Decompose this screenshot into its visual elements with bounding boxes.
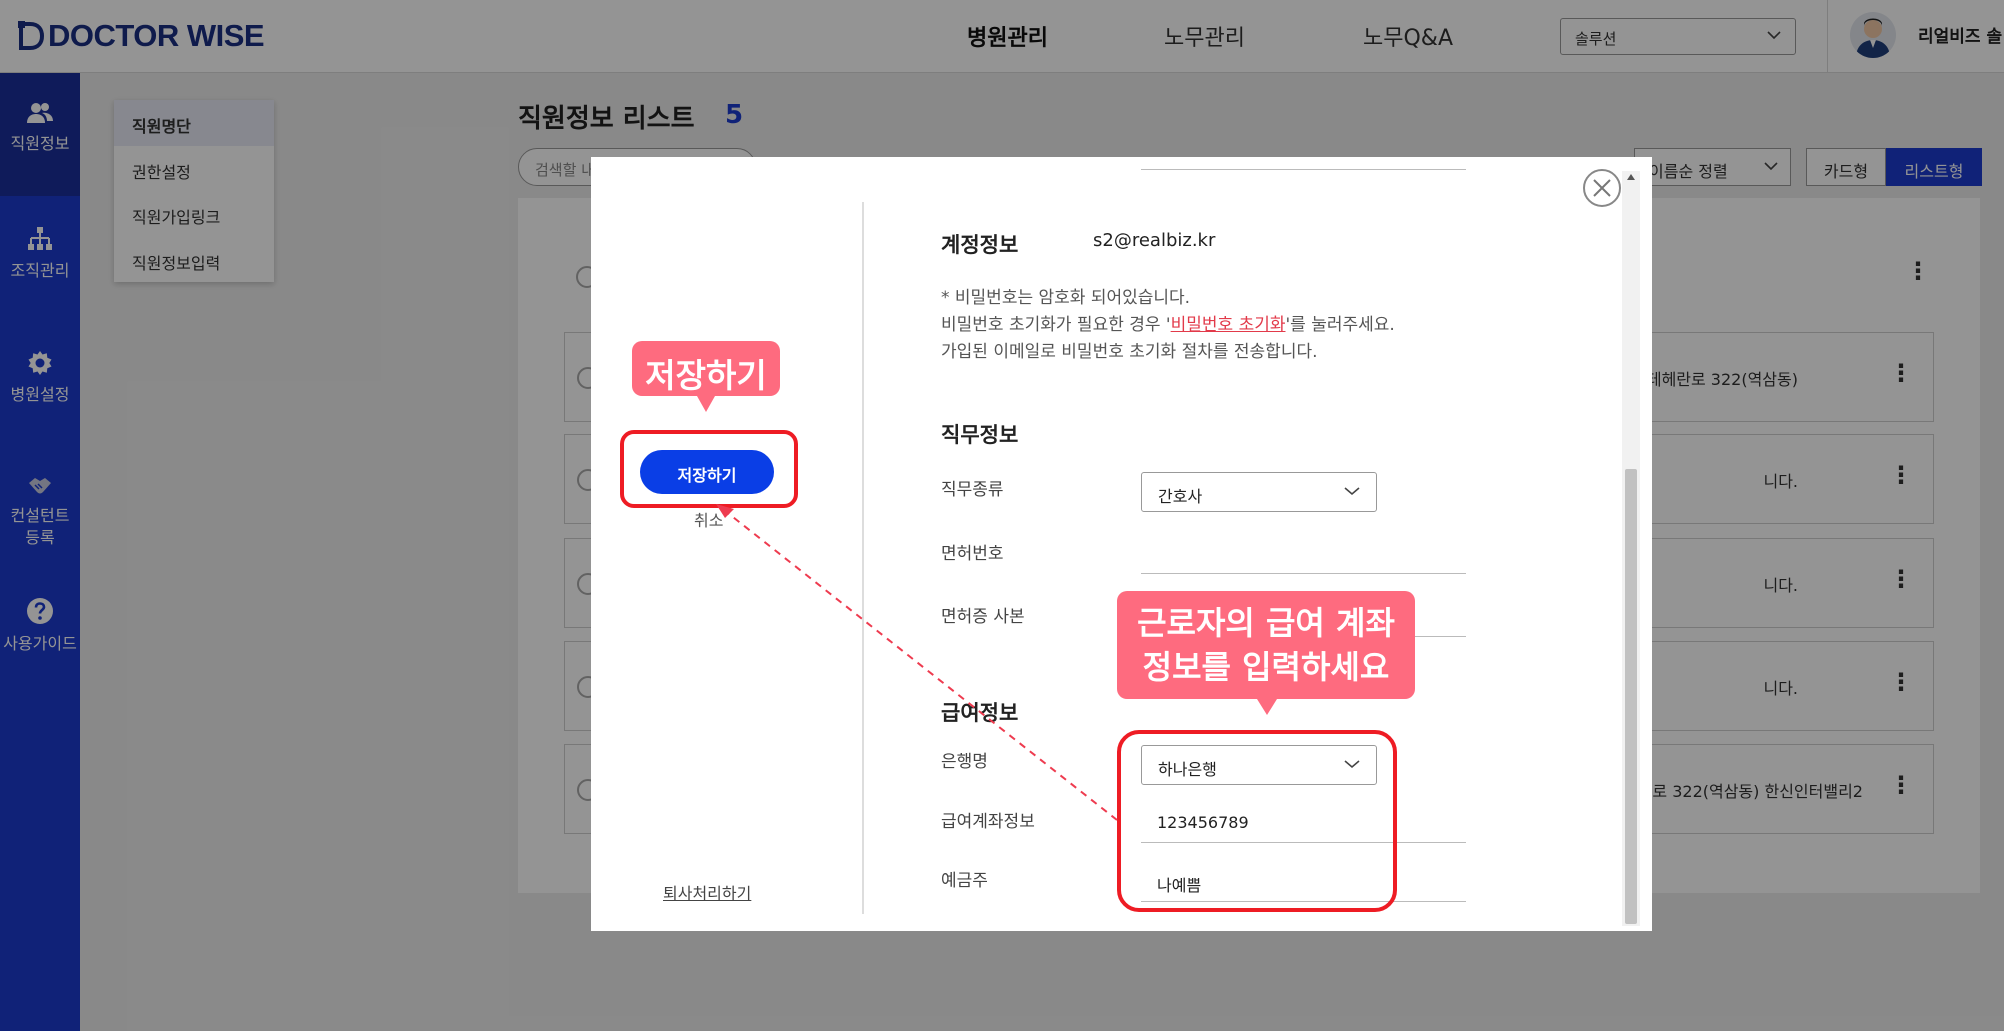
salary-section-title: 급여정보: [941, 701, 1019, 725]
password-reset-notice: 비밀번호 초기화가 필요한 경우 '비밀번호 초기화'를 눌러주세요.: [941, 310, 1395, 335]
job-type-value: 간호사: [1158, 487, 1203, 506]
field-underline: [1141, 169, 1466, 170]
license-number-input[interactable]: [1141, 534, 1466, 574]
password-email-notice: 가입된 이메일로 비밀번호 초기화 절차를 전송합니다.: [941, 342, 1318, 362]
notice-text: 비밀번호 초기화가 필요한 경우 ': [941, 315, 1171, 335]
resign-link[interactable]: 퇴사처리하기: [663, 880, 751, 904]
account-holder-label: 예금주: [941, 871, 988, 891]
scrollbar-thumb[interactable]: [1625, 469, 1637, 924]
job-type-label: 직무종류: [941, 480, 1004, 500]
salary-callout: 근로자의 급여 계좌 정보를 입력하세요: [1117, 591, 1415, 715]
save-callout: 저장하기: [632, 341, 780, 412]
salary-account-label: 급여계좌정보: [941, 812, 1035, 832]
modal-divider: [862, 202, 864, 914]
chevron-down-icon: [1344, 487, 1360, 496]
salary-highlight-box: [1117, 730, 1397, 912]
account-email: s2@realbiz.kr: [1093, 230, 1216, 251]
password-notice: * 비밀번호는 암호화 되어있습니다.: [941, 288, 1191, 308]
cancel-button[interactable]: 취소: [694, 507, 723, 531]
job-section-title: 직무정보: [941, 423, 1019, 447]
notice-text: '를 눌러주세요.: [1285, 315, 1395, 335]
close-icon: [1593, 179, 1611, 197]
scroll-up-arrow-icon[interactable]: [1627, 174, 1635, 180]
account-section-title: 계정정보: [941, 233, 1019, 257]
salary-callout-line: 정보를 입력하세요: [1142, 648, 1390, 686]
license-copy-label: 면허증 사본: [941, 607, 1025, 627]
bank-name-label: 은행명: [941, 752, 988, 772]
job-type-select[interactable]: 간호사: [1141, 472, 1377, 512]
license-number-label: 면허번호: [941, 544, 1004, 564]
close-button[interactable]: [1583, 169, 1621, 207]
password-reset-link[interactable]: 비밀번호 초기화: [1171, 315, 1286, 335]
salary-callout-line: 근로자의 급여 계좌: [1137, 604, 1395, 642]
save-highlight-box: [620, 430, 798, 508]
save-callout-text: 저장하기: [645, 356, 767, 395]
